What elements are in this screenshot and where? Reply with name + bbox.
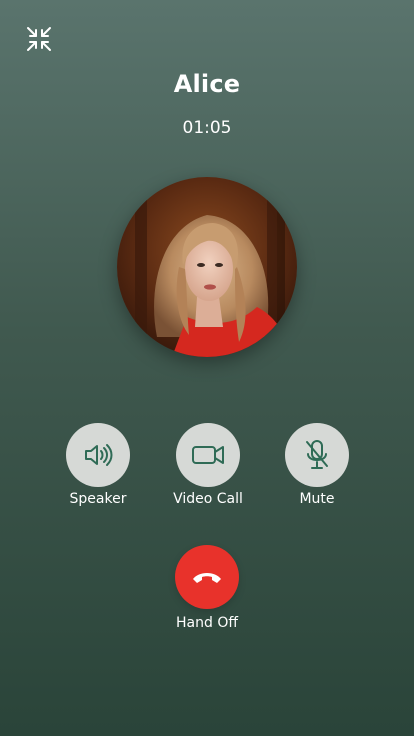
mute-label: Mute: [299, 491, 335, 507]
speaker-label: Speaker: [69, 491, 127, 507]
speaker-icon: [85, 444, 113, 466]
hang-up-button[interactable]: Hand Off: [147, 545, 267, 631]
hang-up-button-circle[interactable]: [175, 545, 239, 609]
caller-avatar: [117, 177, 297, 357]
video-camera-icon: [192, 446, 224, 464]
call-duration: 01:05: [182, 118, 232, 138]
phone-hangup-icon: [193, 573, 221, 583]
video-call-button[interactable]: Video Call: [148, 423, 268, 507]
minimize-call-button[interactable]: [20, 22, 58, 56]
microphone-off-icon: [306, 440, 328, 469]
speaker-button[interactable]: Speaker: [38, 423, 158, 507]
video-call-label: Video Call: [173, 491, 243, 507]
caller-name: Alice: [173, 70, 241, 98]
mute-button-circle[interactable]: [285, 423, 349, 487]
hang-up-label: Hand Off: [176, 615, 238, 631]
minimize-icon: [27, 27, 51, 51]
video-call-button-circle[interactable]: [176, 423, 240, 487]
speaker-button-circle[interactable]: [66, 423, 130, 487]
mute-button[interactable]: Mute: [257, 423, 377, 507]
